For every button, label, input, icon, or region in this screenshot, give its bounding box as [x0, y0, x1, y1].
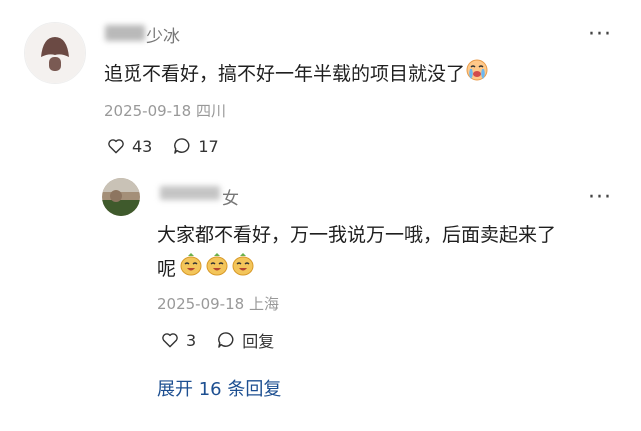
comment-author-blurred [105, 25, 145, 41]
comment-like-count: 43 [132, 136, 153, 156]
comment-actions: 43 17 [106, 136, 219, 156]
comment-author-name[interactable]: 少冰 [146, 22, 180, 47]
laughing-face-emoji [231, 252, 255, 287]
reply-actions: 3 回复 [160, 328, 274, 352]
reply-reply-button[interactable]: 回复 [216, 328, 274, 352]
reply-reply-label: 回复 [242, 332, 275, 351]
reply-author-name[interactable]: 女 [222, 184, 239, 209]
reply-text-line2-row: 呢 [157, 252, 556, 287]
comment-text-body: 追觅不看好，搞不好一年半载的项目就没了 [104, 63, 466, 85]
reply-author-blurred [160, 186, 220, 200]
speech-bubble-icon [218, 332, 234, 348]
comment-like-button[interactable]: 43 [106, 136, 152, 156]
heart-icon [162, 333, 178, 348]
crying-face-emoji [465, 57, 489, 92]
reply-time: 2025-09-18 [157, 295, 245, 313]
reply-like-button[interactable]: 3 [160, 330, 196, 350]
speech-bubble-icon [174, 138, 190, 154]
heart-icon [108, 139, 124, 154]
reply-like-count: 3 [186, 330, 197, 350]
reply-more-button[interactable]: ··· [588, 187, 612, 209]
comment-reply-count: 17 [198, 136, 219, 156]
reply-avatar[interactable] [102, 178, 140, 216]
laughing-face-emoji [205, 252, 229, 287]
comment-more-button[interactable]: ··· [588, 24, 612, 46]
comment-avatar[interactable] [24, 22, 86, 84]
comment-meta: 2025-09-18 四川 [104, 100, 226, 121]
laughing-face-emoji [179, 252, 203, 287]
reply-text-line2: 呢 [157, 258, 177, 280]
comment-time: 2025-09-18 [104, 102, 192, 120]
reply-text-line1: 大家都不看好，万一我说万一哦，后面卖起来了 [157, 224, 557, 246]
reply-location: 上海 [248, 295, 279, 313]
reply-meta: 2025-09-18 上海 [157, 293, 279, 314]
reply-text: 大家都不看好，万一我说万一哦，后面卖起来了 呢 [157, 218, 556, 287]
comment-location: 四川 [195, 102, 226, 120]
expand-replies-link[interactable]: 展开 16 条回复 [157, 375, 281, 401]
comment-reply-button[interactable]: 17 [172, 136, 219, 156]
comment-text: 追觅不看好，搞不好一年半载的项目就没了 [104, 57, 489, 92]
